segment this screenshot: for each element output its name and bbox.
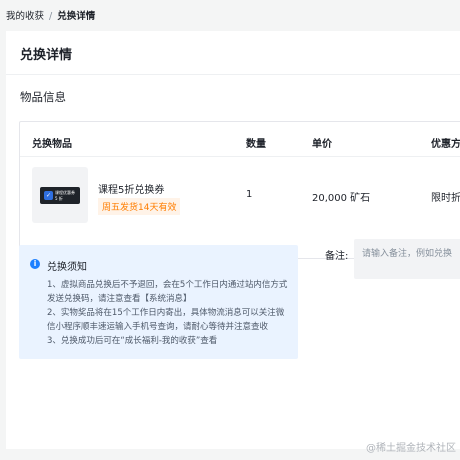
header-price: 单价 bbox=[312, 139, 332, 150]
remark-input[interactable]: 请输入备注，例如兑换 bbox=[354, 239, 460, 279]
info-icon: i bbox=[30, 259, 40, 269]
breadcrumb-current: 兑换详情 bbox=[57, 11, 96, 22]
cell-qty: 1 bbox=[246, 189, 253, 200]
remark-label: 备注: bbox=[325, 251, 349, 262]
product-name: 课程5折兑换券 bbox=[98, 185, 165, 196]
product-thumbnail: ✓ 课程优惠券 5 折 bbox=[32, 167, 88, 223]
header-divider bbox=[6, 74, 460, 75]
breadcrumb: 我的收获 / 兑换详情 bbox=[6, 8, 95, 22]
header-item: 兑换物品 bbox=[32, 139, 72, 150]
notice-line: 2、实物奖品将在15个工作日内寄出，具体物流消息可以关注微 bbox=[47, 308, 285, 318]
cell-discount: 限时折 bbox=[431, 193, 460, 204]
breadcrumb-link-my-rewards[interactable]: 我的收获 bbox=[6, 11, 44, 22]
exchange-notice: i 兑换须知 1、虚拟商品兑换后不予退回，会在5个工作日内通过站内信方式 发送兑… bbox=[19, 245, 298, 359]
coupon-image: ✓ 课程优惠券 5 折 bbox=[40, 187, 80, 204]
detail-card: 兑换详情 物品信息 兑换物品 数量 单价 优惠方 ✓ 课程优惠券 5 折 课程5… bbox=[6, 31, 460, 449]
header-discount: 优惠方 bbox=[431, 139, 460, 150]
breadcrumb-separator: / bbox=[49, 11, 53, 22]
notice-title: 兑换须知 bbox=[47, 262, 87, 273]
section-title: 物品信息 bbox=[20, 90, 66, 104]
coupon-logo-icon: ✓ bbox=[44, 191, 53, 200]
notice-line: 信小程序顺丰速运输入手机号查询，请耐心等待并注意查收 bbox=[47, 322, 269, 332]
page-title: 兑换详情 bbox=[20, 48, 73, 63]
shipping-tag: 周五发货14天有效 bbox=[98, 198, 181, 215]
cell-price: 20,000 矿石 bbox=[312, 193, 371, 204]
notice-line: 1、虚拟商品兑换后不予退回，会在5个工作日内通过站内信方式 bbox=[47, 280, 288, 290]
watermark: @稀土掘金技术社区 bbox=[366, 443, 456, 454]
header-qty: 数量 bbox=[246, 139, 266, 150]
notice-line: 3、兑换成功后可在“成长福利-我的收获”查看 bbox=[47, 336, 218, 346]
table-header-divider bbox=[20, 156, 460, 157]
coupon-image-line2: 5 折 bbox=[55, 196, 63, 201]
notice-line: 发送兑换码，请注意查看【系统消息】 bbox=[47, 294, 192, 304]
